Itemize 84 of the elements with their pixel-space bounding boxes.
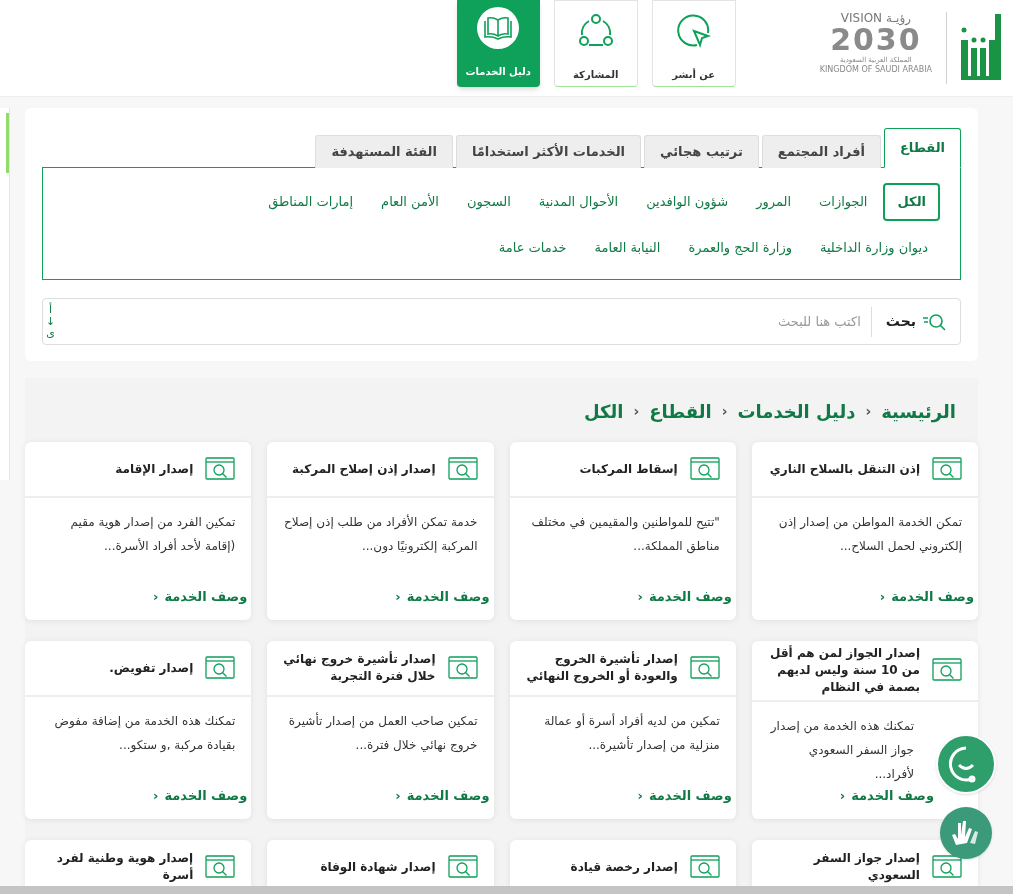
- breadcrumb-separator: ›: [721, 402, 728, 421]
- search-window-icon: [932, 457, 962, 481]
- sector-link[interactable]: المرور: [744, 183, 804, 221]
- search-window-icon: [447, 656, 478, 680]
- card-description: تمكين صاحب العمل من إصدار تأشيرة خروج نهائي خلال فترة...: [287, 711, 479, 755]
- book-icon: [477, 7, 520, 49]
- card-title: إصدار شهادة الوفاة: [320, 858, 436, 876]
- card-description: تمكين من لديه أفراد أسرة أو عمالة منزلية من إصدار تأشيرة...: [543, 712, 721, 755]
- service-description-link[interactable]: وصف الخدمة: [851, 785, 934, 805]
- chevron-icon: ›: [395, 586, 401, 606]
- card-title: إصدار تأشيرة خروج نهائي خلال فترة التجربة: [283, 651, 436, 685]
- sector-link[interactable]: الكل: [883, 183, 940, 221]
- sector-link[interactable]: شؤون الوافدين: [634, 183, 741, 221]
- search-icon: [922, 311, 946, 332]
- chevron-icon: ›: [839, 785, 846, 805]
- tab[interactable]: الخدمات الأكثر استخدامًا: [455, 135, 642, 168]
- card-description: "تتيح للمواطنين والمقيمين في مختلف مناطق المملكة...: [530, 514, 721, 556]
- card-title: إذن التنقل بالسلاح الناري: [769, 460, 920, 478]
- search-window-icon: [205, 855, 236, 879]
- scrollbar[interactable]: [0, 886, 1013, 894]
- card-title: إصدار الجواز لمن هم أقل من 10 سنة وليس لديهم بصمة في النظام: [769, 644, 920, 696]
- chevron-icon: ›: [637, 785, 643, 805]
- card-description: تمكن الخدمة المواطن من إصدار إذن إلكتروني لحمل السلاح...: [777, 514, 963, 555]
- card-description: خدمة تمكن الأفراد من طلب إذن إصلاح المركبة إلكترونيًا دون...: [283, 513, 479, 556]
- search-window-icon: [205, 656, 236, 680]
- share-icon: [577, 13, 614, 49]
- sector-link[interactable]: الجوازات: [807, 183, 880, 221]
- tab[interactable]: أفراد المجتمع: [761, 135, 881, 168]
- card-description: تمكين الفرد من إصدار هوية مقيم (إقامة لأحد أفراد الأسرة...: [69, 514, 237, 555]
- card-title: إصدار الإقامة: [115, 460, 194, 478]
- search-window-icon: [205, 457, 236, 481]
- card-title: إصدار هوية وطنية لفرد أسرة: [55, 850, 194, 884]
- card-title: إصدار تفويض.: [109, 659, 194, 677]
- search-field[interactable]: بحث اكتب هنا للبحث أ ↓ ى: [42, 298, 961, 345]
- breadcrumb-link[interactable]: القطاع: [649, 398, 712, 425]
- service-description-link[interactable]: وصف الخدمة: [164, 586, 248, 606]
- chevron-icon: ›: [637, 586, 643, 606]
- sector-link[interactable]: ديوان وزارة الداخلية: [807, 229, 940, 267]
- nav-tab[interactable]: دليل الخدمات: [456, 0, 540, 87]
- search-window-icon: [689, 656, 720, 680]
- sector-link[interactable]: إمارات المناطق: [256, 183, 366, 221]
- search-window-icon: [932, 855, 962, 879]
- card-description: تمكنك هذه الخدمة من إصدار جواز السفر السعودي لأفراد...: [769, 717, 915, 783]
- sector-link[interactable]: خدمات عامة: [486, 229, 579, 267]
- service-description-link[interactable]: وصف الخدمة: [648, 785, 732, 805]
- service-description-link[interactable]: وصف الخدمة: [406, 785, 490, 805]
- card-title: إصدار جواز السفر السعودي: [812, 850, 920, 884]
- sector-link[interactable]: السجون: [455, 183, 523, 221]
- chat-button[interactable]: [936, 734, 996, 794]
- search-window-icon: [447, 457, 478, 481]
- service-description-link[interactable]: وصف الخدمة: [648, 586, 732, 606]
- chevron-icon: ›: [153, 586, 159, 606]
- search-window-icon: [932, 658, 962, 683]
- nav-tab[interactable]: عن أبشر: [651, 0, 736, 87]
- breadcrumb-separator: ›: [865, 402, 872, 421]
- service-description-link[interactable]: وصف الخدمة: [164, 785, 248, 805]
- card-description: تمكنك هذه الخدمة من إضافة مفوض بقيادة مركبة ,و ستكو...: [53, 713, 237, 755]
- chevron-icon: ›: [153, 785, 159, 805]
- breadcrumb-separator: ›: [633, 402, 640, 421]
- sector-link[interactable]: الأحوال المدنية: [526, 183, 631, 221]
- nav-tab[interactable]: المشاركة: [553, 0, 638, 87]
- card-title: إصدار إذن إصلاح المركبة: [292, 460, 436, 478]
- cursor-icon: [676, 14, 711, 48]
- chevron-icon: ›: [395, 785, 401, 805]
- sort-toggle[interactable]: أ ↓ ى: [43, 303, 59, 340]
- service-description-link[interactable]: وصف الخدمة: [891, 586, 974, 606]
- breadcrumb-link[interactable]: الكل: [583, 398, 624, 425]
- tab[interactable]: ترتيب هجائي: [644, 135, 759, 168]
- card-title: إصدار تأشيرة الخروج والعودة أو الخروج النهائي: [525, 651, 678, 685]
- card-title: إصدار رخصة قيادة: [570, 858, 678, 876]
- search-window-icon: [689, 855, 720, 879]
- service-description-link[interactable]: وصف الخدمة: [406, 586, 490, 606]
- card-title: إسقاط المركبات: [579, 460, 678, 478]
- search-window-icon: [689, 457, 720, 481]
- sector-link[interactable]: النيابة العامة: [582, 229, 673, 267]
- chevron-icon: ›: [879, 586, 886, 606]
- sector-link[interactable]: وزارة الحج والعمرة: [676, 229, 804, 267]
- search-button[interactable]: بحث: [870, 306, 960, 337]
- breadcrumb-link[interactable]: الرئيسية: [881, 398, 956, 425]
- sector-link[interactable]: الأمن العام: [369, 183, 451, 221]
- breadcrumb-link[interactable]: دليل الخدمات: [737, 398, 856, 425]
- tab[interactable]: القطاع: [883, 128, 961, 168]
- tab[interactable]: الفئة المستهدفة: [315, 135, 453, 168]
- search-window-icon: [447, 855, 478, 879]
